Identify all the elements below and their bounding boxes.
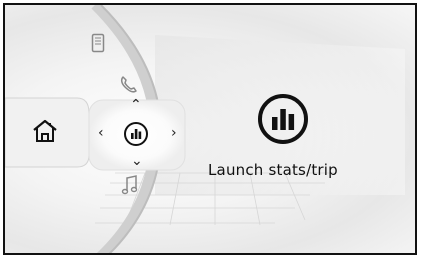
launch-stats-icon[interactable]: [256, 92, 310, 146]
action-label: Launch stats/trip: [208, 161, 338, 179]
arrow-up-icon[interactable]: ⌃: [130, 98, 142, 112]
arrow-left-icon[interactable]: ‹: [98, 126, 104, 140]
screen-frame: ⌃ ‹ › ⌄ Launch stats/trip: [3, 3, 417, 255]
background-decoration: [5, 5, 405, 253]
arrow-down-icon[interactable]: ⌄: [131, 154, 143, 168]
arrow-right-icon[interactable]: ›: [171, 126, 177, 140]
home-icon[interactable]: [31, 118, 59, 144]
mobile-phone-icon[interactable]: [91, 33, 105, 53]
phone-handset-icon[interactable]: [119, 75, 139, 95]
music-note-icon[interactable]: [121, 174, 139, 196]
bar-chart-icon[interactable]: [123, 121, 149, 147]
